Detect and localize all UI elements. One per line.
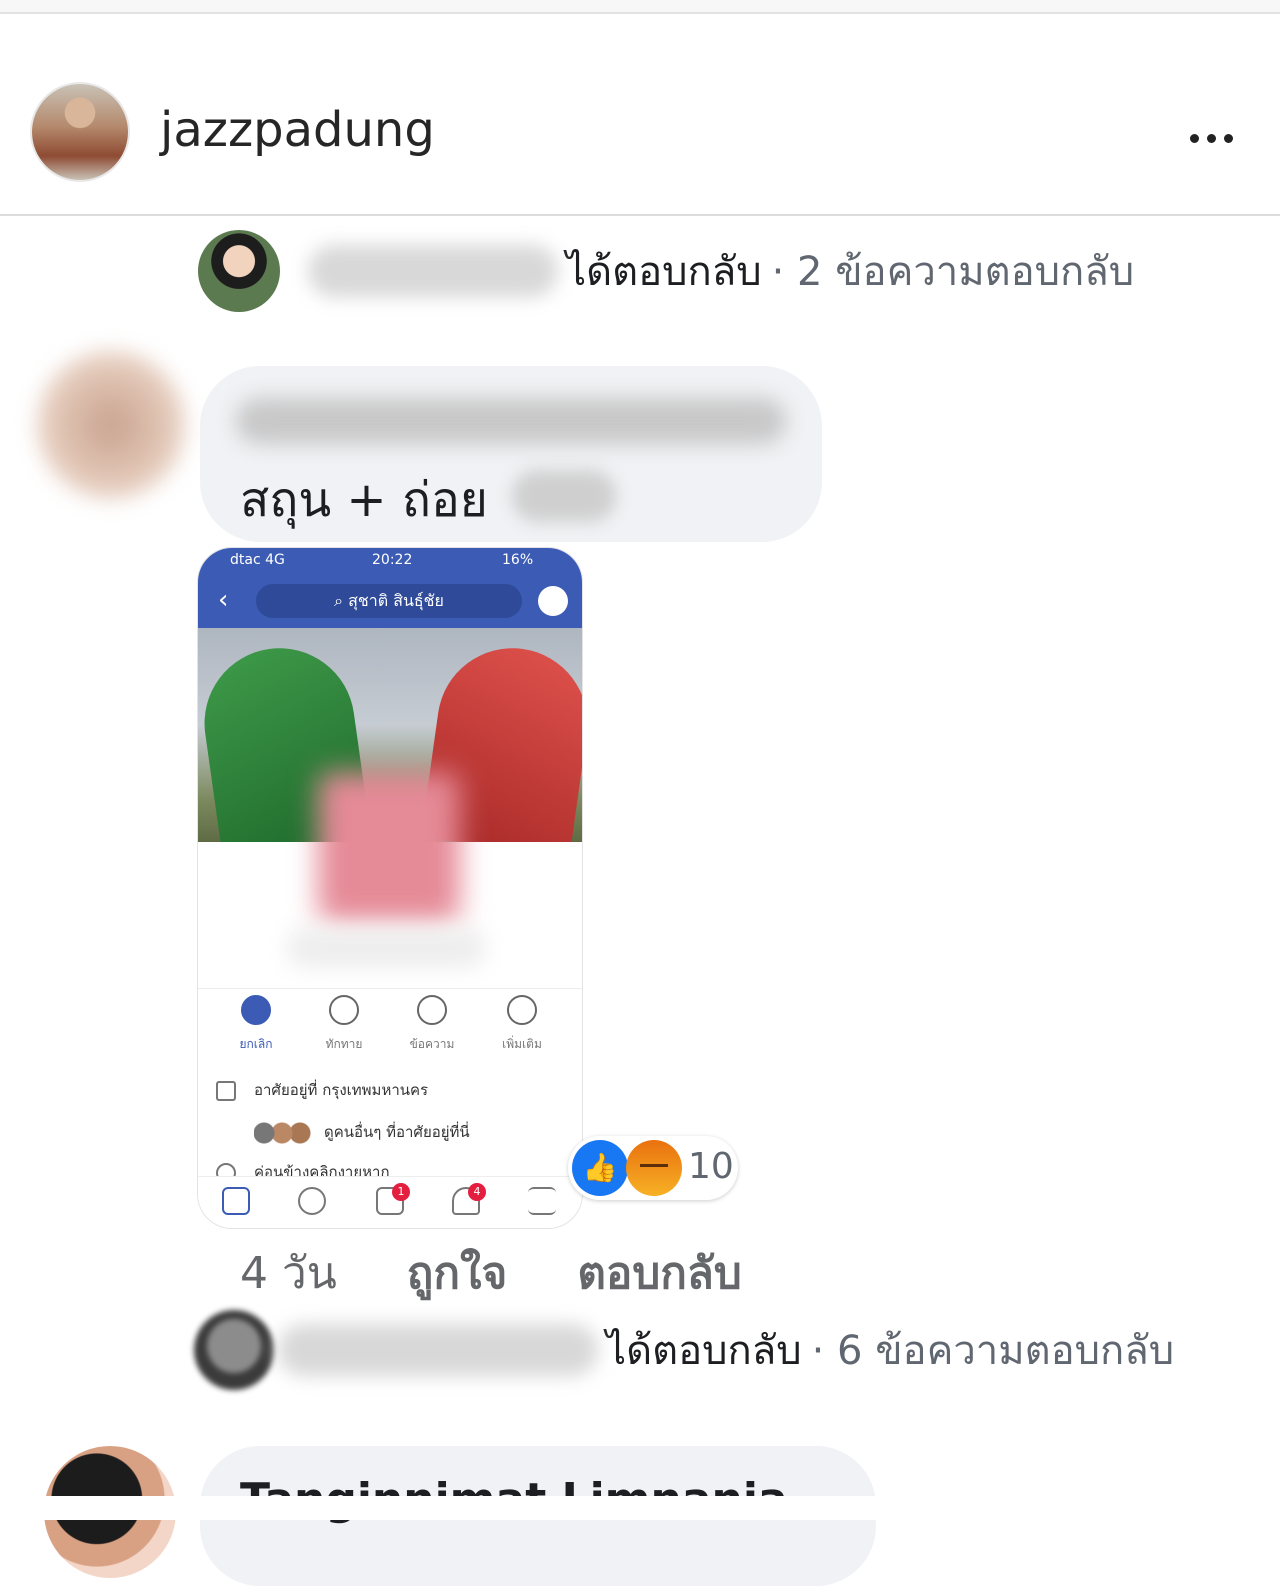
battery: 16% [502,552,534,568]
comment-age: 4 วัน [240,1248,337,1299]
blurred-commenter-name [236,398,786,444]
home-icon [216,1080,236,1101]
reply-count: · 2 ข้อความตอบกลับ [771,249,1135,295]
marketplace-icon: 1 [376,1183,410,1215]
notification-badge: 4 [468,1183,486,1201]
reply-count: · 6 ข้อความตอบกลับ [811,1328,1175,1374]
like-icon: 👍 [572,1140,628,1196]
username[interactable]: jazzpadung [160,102,435,158]
reaction-summary[interactable]: 👍 10 [568,1136,738,1200]
blurred-profile-name [286,928,486,968]
comment-meta: 4 วัน ถูกใจ ตอบกลับ [240,1238,798,1308]
menu-icon [528,1187,556,1215]
profile-avatar[interactable] [32,84,128,180]
messenger-icon [538,586,568,616]
phone-status-bar: dtac 4G 20:22 16% [198,548,582,574]
more-horizontal-icon[interactable] [1188,130,1236,150]
back-icon: ‹ [218,585,229,615]
action-wave: ทักทาย [304,995,384,1054]
angry-icon [626,1140,682,1196]
video-icon [298,1187,326,1215]
post-header: jazzpadung [0,14,1280,216]
replied-text: ได้ตอบกลับ [566,249,762,295]
blurred-profile-photo [318,772,460,922]
wave-icon [329,995,359,1025]
carrier: dtac 4G [230,552,285,568]
action-more: เพิ่มเติม [482,995,562,1054]
reply-summary-1[interactable]: ได้ตอบกลับ · 2 ข้อความตอบกลับ [198,230,1134,312]
marketplace-badge: 1 [392,1183,410,1201]
reaction-count: 10 [688,1146,734,1187]
phone-search-value: สุชาติ สินธุ์ชัย [348,591,444,610]
blurred-name [308,245,558,297]
top-divider [0,0,1280,14]
replier-avatar [194,1310,274,1390]
phone-nav-bar: ‹ ⌕ สุชาติ สินธุ์ชัย [198,574,582,628]
attached-screenshot[interactable]: dtac 4G 20:22 16% ‹ ⌕ สุชาติ สินธุ์ชัย ย… [198,548,582,1228]
commenter-avatar[interactable] [36,350,186,500]
phone-search: ⌕ สุชาติ สินธุ์ชัย [256,584,522,618]
more-icon [507,995,537,1025]
phone-time: 20:22 [372,552,413,568]
friends-here-row: ดูคนอื่นๆ ที่อาศัยอยู่ที่นี่ [216,1120,470,1144]
replier-avatar [198,230,280,312]
action-cancel: ยกเลิก [216,995,296,1054]
reply-button[interactable]: ตอบกลับ [577,1238,741,1308]
comment-bubble: สถุน + ถ่อย [200,366,822,542]
friend-icon [241,995,271,1025]
friend-avatars [254,1121,314,1144]
blurred-emoji [512,470,616,522]
blurred-name [278,1324,598,1376]
bottom-cutoff [0,1496,1280,1520]
lives-in-row: อาศัยอยู่ที่ กรุงเทพมหานคร [216,1078,428,1102]
feed-icon [222,1187,250,1215]
replied-text: ได้ตอบกลับ [606,1328,802,1374]
comment-text: สถุน + ถ่อย [240,472,488,528]
action-message: ข้อความ [392,995,472,1054]
profile-actions: ยกเลิก ทักทาย ข้อความ เพิ่มเติม [198,988,582,1059]
like-button[interactable]: ถูกใจ [407,1238,508,1308]
reply-summary-2[interactable]: ได้ตอบกลับ · 6 ข้อความตอบกลับ [194,1310,1174,1390]
messenger-icon [417,995,447,1025]
phone-tab-bar: 1 4 [198,1176,582,1228]
bell-icon: 4 [452,1183,486,1215]
